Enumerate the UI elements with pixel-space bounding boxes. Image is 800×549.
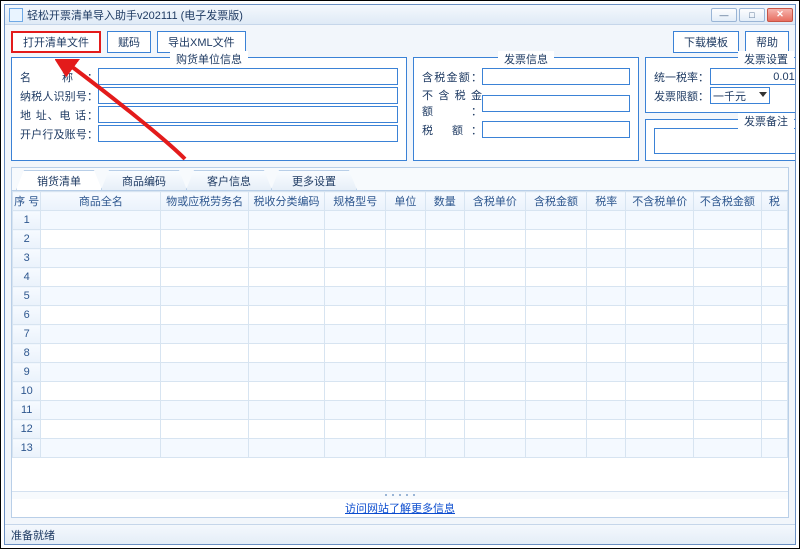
- label-buyer-name: 名 称：: [20, 69, 98, 85]
- table-row[interactable]: 9: [13, 363, 788, 382]
- column-header[interactable]: 含税金额: [525, 192, 586, 211]
- help-button[interactable]: 帮助: [745, 31, 789, 53]
- data-grid[interactable]: 序 号商品全名物或应税劳务名税收分类编码规格型号单位数量含税单价含税金额税率不含…: [12, 191, 788, 458]
- tax-input[interactable]: [482, 121, 630, 138]
- maximize-button[interactable]: □: [739, 8, 765, 22]
- table-row[interactable]: 1: [13, 211, 788, 230]
- toolbar: 打开清单文件 赋码 导出XML文件 下载模板 帮助: [11, 31, 789, 53]
- buyer-info-group: 购货单位信息 名 称： 纳税人识别号： 地 址、电 话： 开户行及账号：: [11, 57, 407, 161]
- tab-list[interactable]: 销货清单: [16, 170, 102, 190]
- column-header[interactable]: 序 号: [13, 192, 41, 211]
- remark-legend: 发票备注: [738, 113, 794, 129]
- invoice-settings-group: 发票设置 统一税率： 1% 发票限额： 一千元: [645, 57, 795, 113]
- tab-strip: 销货清单商品编码客户信息更多设置: [12, 168, 788, 191]
- column-header[interactable]: 税收分类编码: [248, 192, 324, 211]
- column-header[interactable]: 税率: [587, 192, 626, 211]
- buyer-addrtel-input[interactable]: [98, 106, 398, 123]
- open-file-button[interactable]: 打开清单文件: [11, 31, 101, 53]
- table-row[interactable]: 2: [13, 230, 788, 249]
- buyer-name-input[interactable]: [98, 68, 398, 85]
- column-header[interactable]: 商品全名: [41, 192, 161, 211]
- label-limit: 发票限额：: [654, 88, 710, 104]
- invoice-info-legend: 发票信息: [498, 51, 554, 67]
- label-buyer-addrtel: 地 址、电 话：: [20, 107, 98, 123]
- buyer-legend: 购货单位信息: [170, 51, 248, 67]
- buyer-taxid-input[interactable]: [98, 87, 398, 104]
- grid-wrap: 序 号商品全名物或应税劳务名税收分类编码规格型号单位数量含税单价含税金额税率不含…: [12, 191, 788, 491]
- refresh-code-button[interactable]: 赋码: [107, 31, 151, 53]
- tax-excl-input[interactable]: [482, 95, 630, 112]
- table-row[interactable]: 7: [13, 325, 788, 344]
- tax-incl-input[interactable]: [482, 68, 630, 85]
- table-row[interactable]: 4: [13, 268, 788, 287]
- column-header[interactable]: 不含税单价: [626, 192, 694, 211]
- label-tax: 税 额：: [422, 122, 482, 138]
- column-header[interactable]: 规格型号: [325, 192, 386, 211]
- invoice-set-legend: 发票设置: [738, 51, 794, 67]
- label-rate: 统一税率：: [654, 69, 710, 85]
- website-link[interactable]: 访问网站了解更多信息: [12, 499, 788, 517]
- close-button[interactable]: ✕: [767, 8, 793, 22]
- remark-group: 发票备注: [645, 119, 795, 161]
- label-buyer-taxid: 纳税人识别号：: [20, 88, 98, 104]
- column-header[interactable]: 税: [761, 192, 787, 211]
- app-window: 轻松开票清单导入助手v202111 (电子发票版) — □ ✕ 打开清单文件 赋…: [4, 4, 796, 545]
- column-header[interactable]: 含税单价: [464, 192, 525, 211]
- table-row[interactable]: 11: [13, 401, 788, 420]
- tab-code[interactable]: 商品编码: [101, 170, 187, 190]
- buyer-bank-input[interactable]: [98, 125, 398, 142]
- column-header[interactable]: 物或应税劳务名: [161, 192, 248, 211]
- table-row[interactable]: 3: [13, 249, 788, 268]
- table-row[interactable]: 12: [13, 420, 788, 439]
- download-template-button[interactable]: 下载模板: [673, 31, 739, 53]
- column-header[interactable]: 单位: [386, 192, 425, 211]
- export-xml-button[interactable]: 导出XML文件: [157, 31, 246, 53]
- status-bar: 准备就绪: [5, 524, 795, 544]
- label-tax-excl: 不含税金额：: [422, 87, 482, 119]
- tabs-container: 销货清单商品编码客户信息更多设置 序 号商品全名物或应税劳务名税收分类编码规格型…: [11, 167, 789, 518]
- minimize-button[interactable]: —: [711, 8, 737, 22]
- title-bar: 轻松开票清单导入助手v202111 (电子发票版) — □ ✕: [5, 5, 795, 25]
- table-row[interactable]: 6: [13, 306, 788, 325]
- tab-cust[interactable]: 客户信息: [186, 170, 272, 190]
- splitter-handle[interactable]: [12, 491, 788, 499]
- tab-more[interactable]: 更多设置: [271, 170, 357, 190]
- status-text: 准备就绪: [11, 527, 55, 543]
- table-row[interactable]: 10: [13, 382, 788, 401]
- table-row[interactable]: 13: [13, 439, 788, 458]
- label-tax-incl: 含税金额：: [422, 69, 482, 85]
- table-row[interactable]: 5: [13, 287, 788, 306]
- tax-rate-input[interactable]: [710, 68, 795, 85]
- invoice-limit-select[interactable]: 一千元: [710, 87, 770, 104]
- column-header[interactable]: 数量: [425, 192, 464, 211]
- app-icon: [9, 8, 23, 22]
- remark-textarea[interactable]: [654, 128, 795, 154]
- label-buyer-bank: 开户行及账号：: [20, 126, 98, 142]
- column-header[interactable]: 不含税金额: [694, 192, 762, 211]
- window-title: 轻松开票清单导入助手v202111 (电子发票版): [27, 7, 711, 23]
- invoice-info-group: 发票信息 含税金额： 不含税金额： 税 额：: [413, 57, 639, 161]
- table-row[interactable]: 8: [13, 344, 788, 363]
